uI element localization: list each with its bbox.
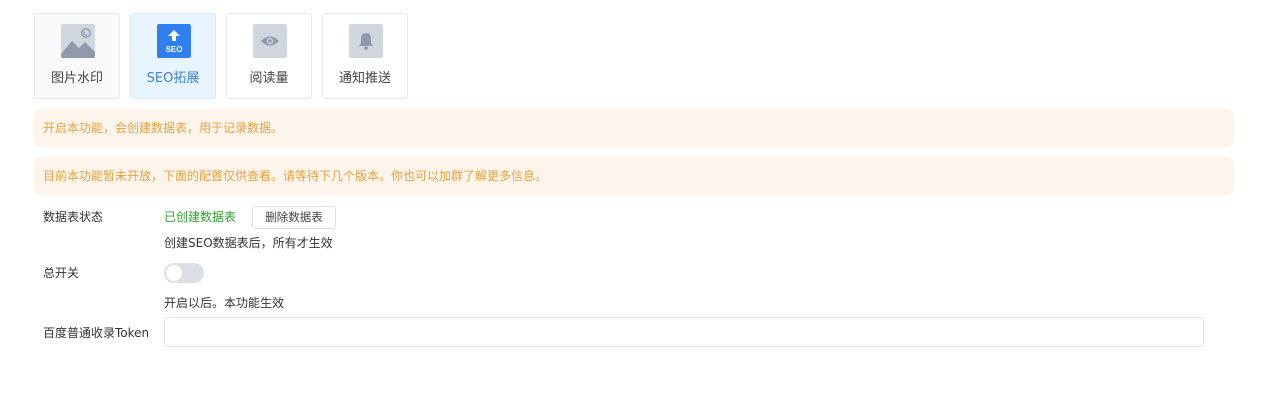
svg-text:SEO: SEO <box>166 45 183 54</box>
seo-upload-icon: SEO <box>157 24 191 58</box>
create-table-alert: 开启本功能，会创建数据表，用于记录数据。 <box>34 109 1234 147</box>
baidu-token-label: 百度普通收录Token <box>43 326 150 340</box>
bell-icon <box>349 24 383 58</box>
delete-table-button[interactable]: 删除数据表 <box>252 206 336 229</box>
baidu-token-input[interactable] <box>164 317 1204 347</box>
table-status-value: 已创建数据表 <box>164 210 237 224</box>
table-status-label: 数据表状态 <box>43 210 104 224</box>
master-switch-toggle[interactable] <box>164 263 204 283</box>
tab-image-watermark[interactable]: 图片水印 <box>34 13 120 99</box>
switch-knob <box>166 265 182 281</box>
master-switch-label: 总开关 <box>43 266 80 280</box>
not-open-alert: 目前本功能暂未开放，下面的配置仅供查看。请等待下几个版本。你也可以加群了解更多信… <box>34 157 1234 195</box>
tab-label: 通知推送 <box>338 71 391 86</box>
master-switch-help: 开启以后。本功能生效 <box>164 296 285 310</box>
table-status-help: 创建SEO数据表后，所有才生效 <box>164 236 333 250</box>
tab-notify-push[interactable]: 通知推送 <box>322 13 408 99</box>
tab-label: 阅读量 <box>249 71 289 86</box>
tab-label: 图片水印 <box>50 71 103 86</box>
eye-icon <box>253 24 287 58</box>
tab-seo-extension[interactable]: SEO SEO拓展 <box>130 13 216 99</box>
tab-read-count[interactable]: 阅读量 <box>226 13 312 99</box>
tab-label: SEO拓展 <box>146 71 200 86</box>
image-watermark-icon <box>61 24 95 58</box>
